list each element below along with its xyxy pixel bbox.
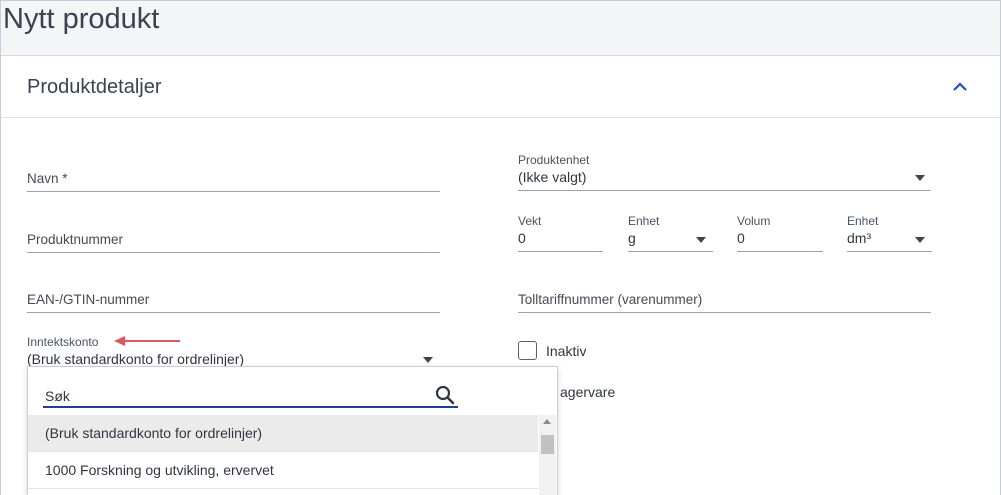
customs-tariff-field[interactable]: Tolltariffnummer (varenummer) — [518, 290, 931, 313]
section-title: Produktdetaljer — [27, 76, 162, 98]
stock-item-label: agervare — [560, 384, 616, 400]
chevron-down-icon — [915, 237, 925, 243]
dropdown-search-input[interactable]: Søk — [45, 388, 70, 404]
product-unit-value: (Ikke valgt) — [518, 169, 587, 185]
product-unit-select[interactable]: Produktenhet (Ikke valgt) — [518, 153, 931, 191]
product-number-placeholder: Produktnummer — [27, 232, 124, 247]
chevron-down-icon — [423, 357, 433, 363]
card-header[interactable]: Produktdetaljer — [1, 56, 1000, 118]
annotation-arrow-icon — [114, 336, 180, 346]
weight-unit-label: Enhet — [628, 214, 660, 228]
product-details-card: Produktdetaljer Navn * Produktnummer EAN… — [1, 55, 1000, 495]
ean-gtin-placeholder: EAN-/GTIN-nummer — [27, 292, 150, 307]
product-unit-label: Produktenhet — [518, 153, 590, 167]
inactive-checkbox[interactable] — [518, 341, 537, 360]
customs-tariff-placeholder: Tolltariffnummer (varenummer) — [518, 292, 703, 307]
volume-field[interactable]: Volum 0 — [737, 214, 823, 252]
dropdown-option[interactable]: (Bruk standardkonto for ordrelinjer) — [28, 415, 538, 452]
volume-value: 0 — [737, 230, 745, 246]
scroll-up-icon[interactable] — [543, 419, 551, 424]
name-field[interactable]: Navn * — [27, 169, 440, 192]
income-account-value: (Bruk standardkonto for ordrelinjer) — [27, 351, 245, 367]
dropdown-option[interactable]: 1000 Forskning og utvikling, ervervet — [28, 452, 538, 489]
chevron-up-icon[interactable] — [951, 80, 969, 94]
weight-unit-select[interactable]: Enhet g — [628, 214, 713, 252]
chevron-down-icon — [696, 237, 706, 243]
volume-unit-select[interactable]: Enhet dm³ — [847, 214, 932, 252]
income-account-dropdown: Søk (Bruk standardkonto for ordrelinjer)… — [27, 366, 558, 495]
volume-label: Volum — [737, 214, 771, 228]
search-underline — [43, 406, 458, 408]
weight-label: Vekt — [518, 214, 542, 228]
product-number-field[interactable]: Produktnummer — [27, 230, 440, 253]
name-placeholder: Navn * — [27, 171, 68, 186]
page-title: Nytt produkt — [3, 3, 160, 35]
ean-gtin-field[interactable]: EAN-/GTIN-nummer — [27, 290, 440, 313]
volume-unit-label: Enhet — [847, 214, 879, 228]
income-account-label: Inntektskonto — [27, 335, 99, 349]
scroll-thumb[interactable] — [541, 435, 554, 454]
inactive-label: Inaktiv — [546, 343, 587, 359]
dropdown-scrollbar[interactable] — [539, 415, 556, 495]
weight-value: 0 — [518, 230, 526, 246]
search-icon[interactable] — [435, 385, 455, 405]
weight-field[interactable]: Vekt 0 — [518, 214, 603, 252]
chevron-down-icon — [915, 175, 925, 181]
